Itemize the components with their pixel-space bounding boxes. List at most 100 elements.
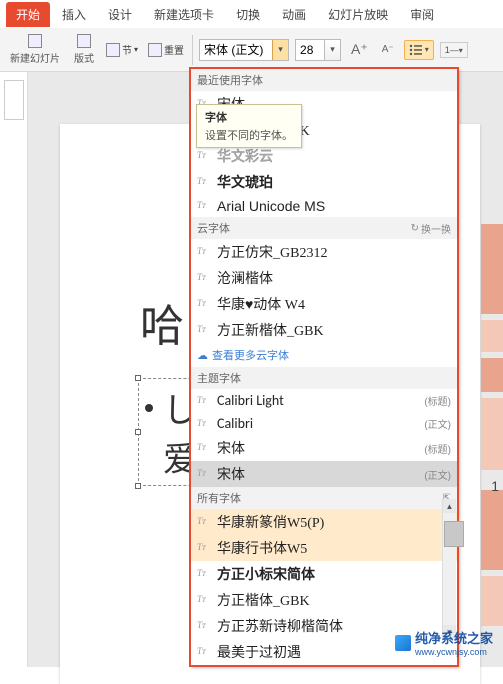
font-option[interactable]: Tᴛ方正小标宋简体 (191, 561, 457, 587)
font-name: 宋体 (217, 438, 418, 458)
font-size-dropdown[interactable]: ▾ (324, 40, 340, 60)
tab-animation[interactable]: 动画 (272, 2, 316, 27)
font-option[interactable]: Tᴛ Calibri Light (标题) (191, 389, 457, 412)
cloud-icon: ☁ (197, 349, 208, 362)
font-name: 华康♥动体 W4 (217, 294, 451, 314)
bullets-button[interactable]: ▾ (404, 40, 434, 60)
font-type-icon: Tᴛ (197, 395, 211, 407)
font-name: 华文琥珀 (217, 172, 451, 192)
font-type-icon: Tᴛ (197, 272, 211, 284)
font-name: Calibri (217, 415, 418, 432)
slide-title-text[interactable]: 哈 (140, 290, 184, 354)
tab-insert[interactable]: 插入 (52, 2, 96, 27)
color-chip (481, 490, 503, 570)
bullet-dot-icon (145, 404, 153, 412)
font-family-input[interactable] (200, 43, 272, 57)
tab-custom[interactable]: 新建选项卡 (144, 2, 224, 27)
resize-handle[interactable] (135, 483, 141, 489)
font-section-cloud: 云字体 ↻换一换 (191, 217, 457, 239)
cloud-refresh-button[interactable]: ↻换一换 (411, 221, 451, 236)
decrease-font-button[interactable]: A⁻ (378, 44, 398, 55)
font-size-input[interactable] (296, 43, 324, 57)
font-type-icon: Tᴛ (197, 468, 211, 480)
reset-icon (148, 43, 162, 57)
font-section-recent: 最近使用字体 (191, 69, 457, 91)
scroll-thumb[interactable] (444, 521, 464, 547)
font-name: 方正楷体_GBK (217, 590, 451, 610)
font-option[interactable]: Tᴛ 方正仿宋_GB2312 (191, 239, 457, 265)
font-dropdown-panel: 最近使用字体 Tᴛ 宋体 Tᴛ 方正楷体_GBK Tᴛ 华文彩云 Tᴛ 华文琥珀 Tᴛ Arial… (190, 68, 458, 666)
font-name: 宋体 (217, 464, 418, 484)
font-type-icon: Tᴛ (197, 594, 211, 606)
font-option[interactable]: Tᴛ方正新楷体_GBK (191, 317, 457, 343)
color-chip (481, 358, 503, 392)
font-family-dropdown[interactable]: ▾ (272, 40, 288, 60)
font-option[interactable]: Tᴛ 宋体 (正文) (191, 461, 457, 487)
font-option[interactable]: Tᴛ华康♥动体 W4 (191, 291, 457, 317)
color-chip (481, 320, 503, 352)
font-type-icon: Tᴛ (197, 176, 211, 188)
font-option[interactable]: Tᴛ 宋体 (标题) (191, 435, 457, 461)
font-option[interactable]: Tᴛ 方正楷体_GBK (191, 587, 457, 613)
font-type-icon: Tᴛ (197, 542, 211, 554)
font-name: 方正仿宋_GB2312 (217, 242, 451, 262)
tab-design[interactable]: 设计 (98, 2, 142, 27)
tab-home[interactable]: 开始 (6, 2, 50, 27)
font-section-all: 所有字体 ⇱ (191, 487, 457, 509)
font-tag: (正文) (424, 416, 451, 431)
font-type-icon: Tᴛ (197, 246, 211, 258)
font-type-icon: Tᴛ (197, 620, 211, 632)
font-type-icon: Tᴛ (197, 442, 211, 454)
resize-handle[interactable] (135, 429, 141, 435)
font-type-icon: Tᴛ (197, 200, 211, 212)
slide-thumbnail[interactable] (4, 80, 24, 120)
increase-font-button[interactable]: A⁺ (347, 41, 372, 58)
color-chip (481, 576, 503, 626)
font-name: Calibri Light (217, 392, 418, 409)
scroll-up-icon[interactable]: ▲ (443, 499, 456, 513)
font-tag: (标题) (424, 441, 451, 456)
layout-icon (77, 34, 91, 48)
watermark: 纯净系统之家 www.ycwnjsy.com (395, 628, 493, 657)
font-option[interactable]: Tᴛ 沧澜楷体 (191, 265, 457, 291)
ribbon-toolbar: 新建幻灯片 版式 节▾ 重置 ▾ ▾ A⁺ A⁻ ▾ 1—▾ (0, 28, 503, 72)
font-option[interactable]: Tᴛ 华康新篆俏W5(P) (191, 509, 457, 535)
font-tag: (标题) (424, 393, 451, 408)
font-type-icon: Tᴛ (197, 418, 211, 430)
font-name: 华文彩云 (217, 146, 451, 166)
font-name: 方正新楷体_GBK (217, 320, 451, 340)
font-type-icon: Tᴛ (197, 516, 211, 528)
resize-handle[interactable] (135, 375, 141, 381)
new-slide-button[interactable]: 新建幻灯片 (6, 32, 64, 67)
right-color-rail (481, 224, 503, 626)
font-option[interactable]: Tᴛ Arial Unicode MS (191, 195, 457, 217)
numbering-button[interactable]: 1—▾ (440, 42, 468, 58)
font-tooltip: 字体 设置不同的字体。 (196, 104, 302, 148)
font-name: 沧澜楷体 (217, 268, 451, 288)
color-chip (481, 398, 503, 470)
tab-review[interactable]: 审阅 (400, 2, 444, 27)
new-slide-icon (28, 34, 42, 48)
watermark-logo-icon (395, 635, 411, 651)
font-family-combo[interactable]: ▾ (199, 39, 289, 61)
font-type-icon: Tᴛ (197, 150, 211, 162)
tab-transition[interactable]: 切换 (226, 2, 270, 27)
font-name: 华康新篆俏W5(P) (217, 512, 451, 532)
font-list-scrollbar[interactable]: ▲ ▼ (442, 499, 456, 639)
section-button[interactable]: 节▾ (104, 41, 140, 58)
reset-button[interactable]: 重置 (146, 41, 186, 58)
font-name: 华康行书体W5 (217, 538, 451, 558)
font-tag: (正文) (424, 467, 451, 482)
font-size-combo[interactable]: ▾ (295, 39, 341, 61)
font-name: Arial Unicode MS (217, 198, 451, 214)
font-option[interactable]: Tᴛ 华康行书体W5 (191, 535, 457, 561)
font-option[interactable]: Tᴛ Calibri (正文) (191, 412, 457, 435)
refresh-icon: ↻ (411, 223, 419, 234)
more-cloud-fonts-link[interactable]: ☁查看更多云字体 (191, 343, 457, 367)
font-option[interactable]: Tᴛ 华文琥珀 (191, 169, 457, 195)
font-name: 方正小标宋简体 (217, 564, 451, 584)
layout-button[interactable]: 版式 (70, 32, 98, 67)
color-chip (481, 224, 503, 314)
tab-slideshow[interactable]: 幻灯片放映 (318, 2, 398, 27)
ribbon-tabs: 开始 插入 设计 新建选项卡 切换 动画 幻灯片放映 审阅 (0, 0, 503, 28)
